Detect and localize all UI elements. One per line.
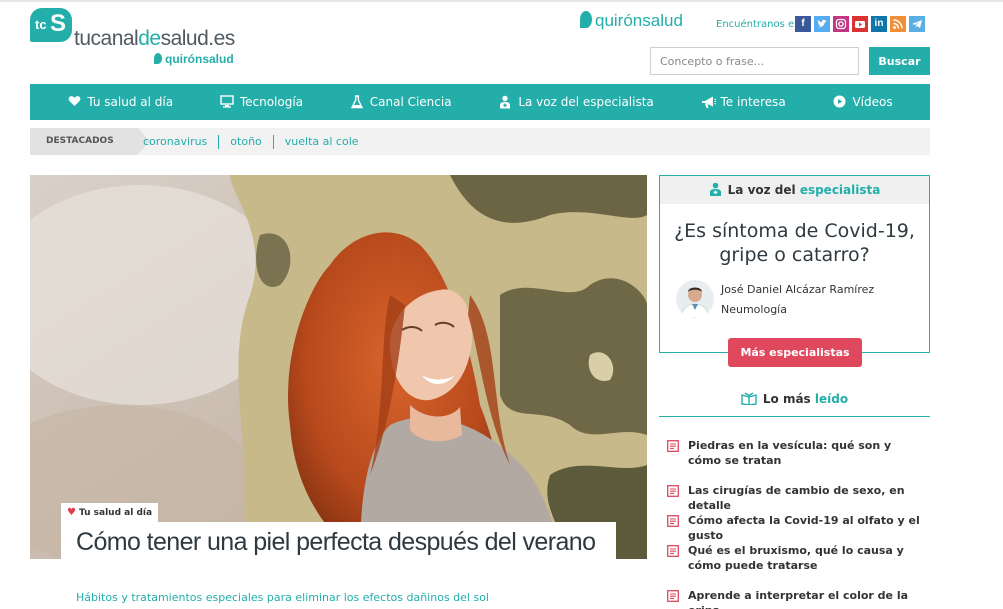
list-item-title: Piedras en la vesícula: qué son y cómo s… [688,439,892,467]
megaphone-icon [701,95,716,109]
destacado-link-otono[interactable]: otoño [219,135,272,148]
doctor-specialty: Neumología [721,303,787,316]
social-links: f in [795,16,925,32]
logo-badge: tc S [30,8,72,42]
nav-label: Vídeos [852,95,893,109]
destacado-link-coronavirus[interactable]: coronavirus [132,135,218,148]
main-nav: Tu salud al día Tecnología Canal Ciencia… [30,84,930,120]
nav-label: La voz del especialista [518,95,654,109]
nav-item-voz-especialista[interactable]: La voz del especialista [498,95,654,109]
hero-image[interactable] [30,175,647,559]
play-icon [832,95,846,109]
logo-badge-left: tc [35,17,47,32]
top-divider [0,0,1003,2]
article-icon [667,590,679,602]
mas-especialistas-button[interactable]: Más especialistas [728,338,862,367]
rss-icon[interactable] [890,16,906,32]
logo-sub-text: quirónsalud [165,52,234,66]
monitor-icon [220,95,234,109]
mas-leido-title: Lo más [762,392,815,406]
site-logo[interactable]: tc S tucanaldesalud.es quirónsalud [30,8,250,70]
instagram-icon[interactable] [833,16,849,32]
telegram-icon[interactable] [909,16,925,32]
hero-category-label: Tu salud al día [78,508,153,518]
logo-text-part: de [138,27,161,50]
youtube-icon[interactable] [852,16,868,32]
logo-text: tucanaldesalud.es [74,27,235,51]
article-icon [667,515,679,527]
nav-item-videos[interactable]: Vídeos [832,95,893,109]
list-item-title: Qué es el bruxismo, qué lo causa y cómo … [688,544,904,572]
destacados-links: coronavirus otoño vuelta al cole [132,128,370,155]
destacados-bar: DESTACADOS coronavirus otoño vuelta al c… [30,128,930,155]
quironsalud-text: quirónsalud [595,11,683,30]
nav-label: Tecnología [239,95,304,109]
mas-leido-header: Lo más leído [659,392,930,417]
especialista-title: La voz del [727,183,800,197]
heart-icon: ♥ [67,507,76,518]
quiron-drop-icon [580,11,592,28]
nav-label: Te interesa [720,95,786,109]
destacados-label: DESTACADOS [30,128,138,155]
hero-title[interactable]: Cómo tener una piel perfecta después del… [76,528,596,556]
doctor-icon [498,95,512,109]
follow-label: Encuéntranos en: [716,19,804,30]
mas-leido-title-highlight: leído [814,392,849,406]
especialista-box: La voz del especialista ¿Es síntoma de C… [659,175,930,353]
nav-item-canal-ciencia[interactable]: Canal Ciencia [350,95,452,109]
logo-text-part: tucanal [74,27,139,50]
especialista-title-highlight: especialista [799,183,881,197]
linkedin-icon[interactable]: in [871,16,887,32]
doctor-name[interactable]: José Daniel Alcázar Ramírez [721,283,874,296]
list-item-title: Cómo afecta la Covid-19 al olfato y el g… [688,514,920,542]
destacado-link-vuelta-al-cole[interactable]: vuelta al cole [274,135,370,148]
especialista-question[interactable]: ¿Es síntoma de Covid-19, gripe o catarro… [660,219,929,267]
especialista-header: La voz del especialista [660,176,929,204]
list-item-title: Aprende a interpretar el color de la ori… [688,589,909,609]
nav-item-te-interesa[interactable]: Te interesa [701,95,786,109]
nav-label: Canal Ciencia [369,95,452,109]
flask-icon [350,95,364,109]
article-icon [667,440,679,452]
hero-subtitle[interactable]: Hábitos y tratamientos especiales para e… [76,591,489,604]
avatar [676,280,714,318]
quiron-drop-icon [154,53,162,64]
article-icon [667,485,679,497]
doctor-icon [709,182,721,196]
logo-badge-right: S [50,10,67,37]
heart-icon [67,95,81,109]
hero-category-tag[interactable]: ♥ Tu salud al día [61,503,159,523]
logo-text-part: salud.es [160,27,236,50]
book-icon [741,392,757,405]
facebook-icon[interactable]: f [795,16,811,32]
list-item-title: Las cirugías de cambio de sexo, en detal… [688,484,905,512]
hero-photo [30,175,647,559]
nav-label: Tu salud al día [87,95,174,109]
search-input[interactable] [650,47,859,75]
nav-item-tecnologia[interactable]: Tecnología [220,95,303,109]
quironsalud-logo[interactable]: quirónsalud [580,11,683,31]
search-button[interactable]: Buscar [869,47,930,75]
twitter-icon[interactable] [814,16,830,32]
article-icon [667,545,679,557]
logo-sub: quirónsalud [154,52,234,66]
nav-item-tu-salud[interactable]: Tu salud al día [67,95,173,109]
